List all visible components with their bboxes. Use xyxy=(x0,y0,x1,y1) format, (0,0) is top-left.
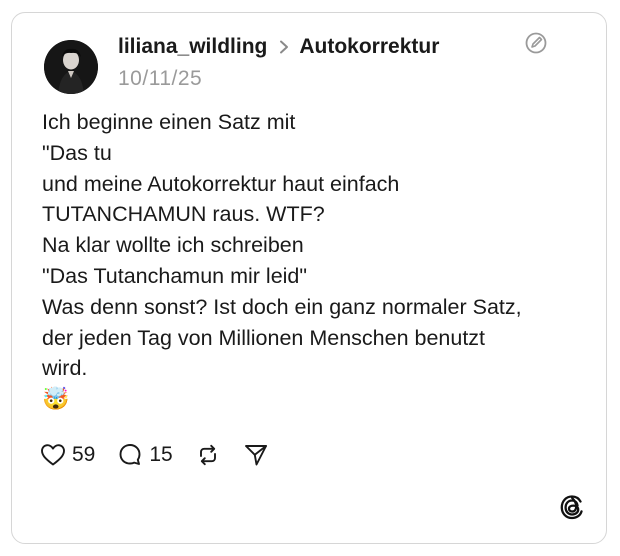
post-line: Was denn sonst? Ist doch ein ganz normal… xyxy=(42,294,522,319)
post-line: wird. xyxy=(42,356,88,381)
post-header: liliana_wildling Autokorrektur xyxy=(118,32,439,62)
heart-icon xyxy=(40,443,66,467)
post-line: und meine Autokorrektur haut einfach xyxy=(42,171,400,196)
post-body: Ich beginne einen Satz mit "Das tu und m… xyxy=(42,107,582,414)
avatar[interactable] xyxy=(44,40,98,94)
exploding-head-emoji: 🤯 xyxy=(42,386,70,412)
post-card: liliana_wildling Autokorrektur 10/11/25 … xyxy=(11,12,607,544)
threads-logo-icon xyxy=(558,493,586,521)
action-bar: 59 15 xyxy=(40,439,291,471)
chevron-right-icon xyxy=(279,40,289,54)
reply-button[interactable]: 15 xyxy=(117,442,173,468)
author-name[interactable]: liliana_wildling xyxy=(118,35,267,59)
post-date: 10/11/25 xyxy=(118,67,203,90)
post-line: Ich beginne einen Satz mit xyxy=(42,110,296,134)
like-count: 59 xyxy=(72,443,96,466)
comment-icon xyxy=(117,442,143,468)
repost-button[interactable] xyxy=(195,442,221,468)
edit-off-icon[interactable] xyxy=(524,31,548,55)
repost-icon xyxy=(195,442,221,468)
post-line: Na klar wollte ich schreiben xyxy=(42,233,304,258)
post-line: der jeden Tag von Millionen Menschen ben… xyxy=(42,325,486,350)
like-button[interactable]: 59 xyxy=(40,443,95,467)
share-button[interactable] xyxy=(243,442,269,468)
avatar-image xyxy=(44,40,98,94)
post-line: TUTANCHAMUN raus. WTF? xyxy=(42,202,325,227)
post-line: "Das Tutanchamun mir leid" xyxy=(42,263,308,288)
reply-count: 15 xyxy=(149,443,173,466)
send-icon xyxy=(243,442,269,468)
post-line: "Das tu xyxy=(42,140,112,165)
topic-tag[interactable]: Autokorrektur xyxy=(299,35,439,59)
